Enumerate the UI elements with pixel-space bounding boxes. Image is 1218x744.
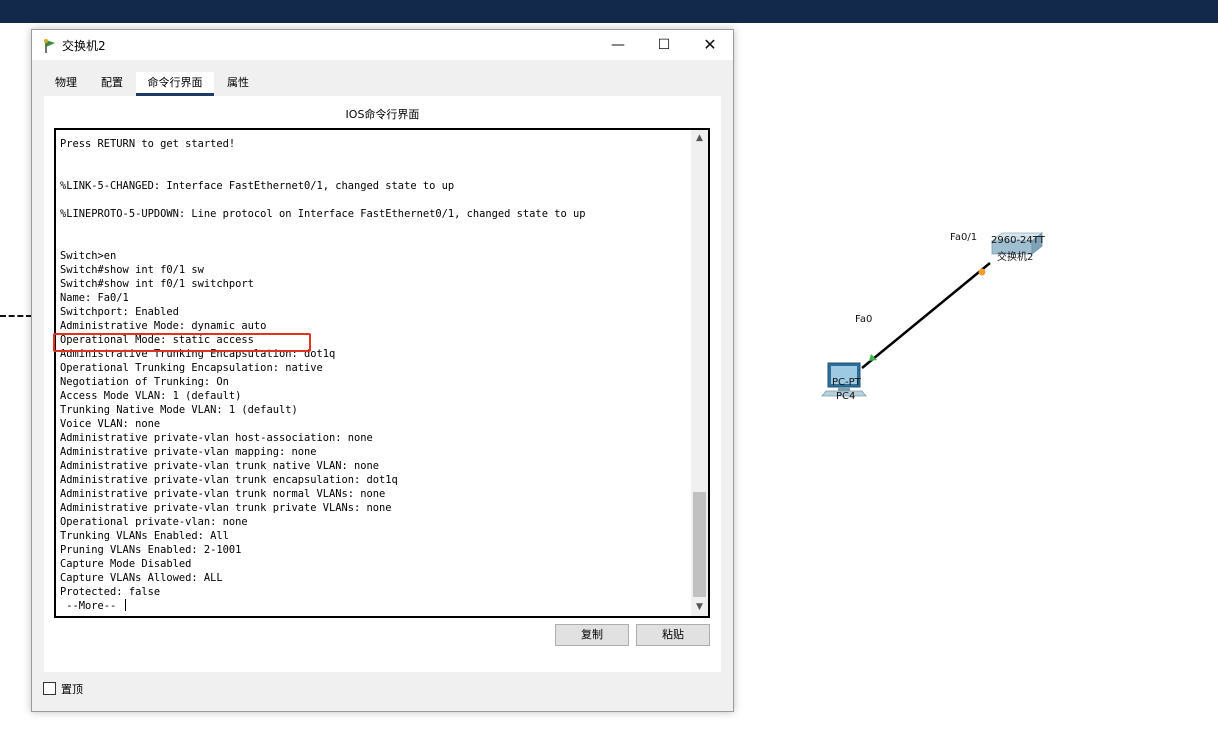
terminal-line: Switch>en bbox=[60, 250, 117, 262]
cli-panel: IOS命令行界面 Press RETURN to get started! %LI… bbox=[44, 96, 721, 672]
scroll-thumb[interactable] bbox=[693, 492, 706, 597]
terminal-line: Capture VLANs Allowed: ALL bbox=[60, 572, 223, 584]
app-top-bar bbox=[0, 0, 1218, 23]
terminal-line: %LINK-5-CHANGED: Interface FastEthernet0… bbox=[60, 180, 455, 192]
terminal-line: Trunking VLANs Enabled: All bbox=[60, 530, 229, 542]
terminal-line: Administrative private-vlan mapping: non… bbox=[60, 446, 317, 458]
pc-port-label: Fa0 bbox=[855, 314, 873, 325]
terminal-line: Administrative private-vlan trunk privat… bbox=[60, 502, 392, 514]
switch-model-label: 2960-24TT bbox=[991, 235, 1045, 246]
tab-attributes[interactable]: 属性 bbox=[216, 72, 260, 96]
tab-cli-label: 命令行界面 bbox=[147, 76, 203, 89]
terminal-line: Operational private-vlan: none bbox=[60, 516, 248, 528]
terminal-line: Voice VLAN: none bbox=[60, 418, 161, 430]
terminal-line: --More-- bbox=[60, 599, 690, 613]
paste-button[interactable]: 粘贴 bbox=[636, 624, 710, 646]
window-title: 交换机2 bbox=[62, 39, 106, 53]
tab-config[interactable]: 配置 bbox=[90, 72, 134, 96]
terminal-line: Switch#show int f0/1 switchport bbox=[60, 278, 254, 290]
text-cursor bbox=[124, 599, 126, 611]
close-icon: ✕ bbox=[703, 35, 717, 54]
terminal-line: Negotiation of Trunking: On bbox=[60, 376, 229, 388]
switch-name-label: 交换机2 bbox=[997, 252, 1034, 263]
terminal-line: Switch#show int f0/1 sw bbox=[60, 264, 204, 276]
terminal-line: Trunking Native Mode VLAN: 1 (default) bbox=[60, 404, 298, 416]
device-window: 交换机2 — ☐ ✕ 物理 配置 命令行界面 属性 IOS命令行界面 Press… bbox=[31, 29, 734, 712]
ethernet-link[interactable] bbox=[861, 262, 991, 369]
terminal-line: Administrative private-vlan trunk normal… bbox=[60, 488, 386, 500]
terminal-line: Access Mode VLAN: 1 (default) bbox=[60, 390, 242, 402]
minimize-icon: — bbox=[611, 37, 625, 53]
cli-terminal[interactable]: Press RETURN to get started! %LINK-5-CHAN… bbox=[54, 128, 710, 618]
packet-tracer-app-icon bbox=[44, 39, 55, 53]
scroll-down-icon[interactable]: ▼ bbox=[691, 599, 708, 616]
window-titlebar[interactable]: 交换机2 — ☐ ✕ bbox=[32, 30, 733, 60]
scroll-up-icon[interactable]: ▲ bbox=[691, 130, 708, 147]
terminal-line: Switchport: Enabled bbox=[60, 306, 179, 318]
terminal-line: Pruning VLANs Enabled: 2-1001 bbox=[60, 544, 242, 556]
switch-port-indicator bbox=[978, 268, 986, 276]
pc-model-label: PC-PT bbox=[832, 377, 861, 388]
terminal-line: Administrative private-vlan trunk native… bbox=[60, 460, 380, 472]
copy-button[interactable]: 复制 bbox=[555, 624, 629, 646]
minimize-button[interactable]: — bbox=[595, 30, 641, 60]
terminal-line: Administrative private-vlan host-associa… bbox=[60, 432, 373, 444]
terminal-line: Capture Mode Disabled bbox=[60, 558, 192, 570]
close-button[interactable]: ✕ bbox=[687, 30, 733, 60]
terminal-line: Name: Fa0/1 bbox=[60, 292, 129, 304]
maximize-button[interactable]: ☐ bbox=[641, 30, 687, 60]
cli-panel-title: IOS命令行界面 bbox=[345, 108, 420, 121]
terminal-line: %LINEPROTO-5-UPDOWN: Line protocol on In… bbox=[60, 208, 586, 220]
operational-mode-highlight bbox=[53, 333, 311, 352]
maximize-icon: ☐ bbox=[657, 37, 671, 53]
tab-physical[interactable]: 物理 bbox=[44, 72, 88, 96]
tab-cli[interactable]: 命令行界面 bbox=[136, 72, 214, 96]
terminal-line: Press RETURN to get started! bbox=[60, 138, 236, 150]
terminal-line: Administrative Mode: dynamic auto bbox=[60, 320, 267, 332]
terminal-line: Protected: false bbox=[60, 586, 161, 598]
always-on-top-checkbox[interactable] bbox=[43, 682, 56, 695]
terminal-output[interactable]: Press RETURN to get started! %LINK-5-CHAN… bbox=[60, 137, 690, 613]
terminal-scrollbar[interactable]: ▲ ▼ bbox=[691, 130, 708, 616]
terminal-line: Administrative private-vlan trunk encaps… bbox=[60, 474, 398, 486]
pc-name-label: PC4 bbox=[836, 391, 856, 402]
always-on-top-label: 置顶 bbox=[61, 683, 83, 696]
dashed-link-offscreen bbox=[0, 315, 32, 317]
terminal-line: Operational Trunking Encapsulation: nati… bbox=[60, 362, 323, 374]
switch-port-label: Fa0/1 bbox=[950, 232, 978, 243]
